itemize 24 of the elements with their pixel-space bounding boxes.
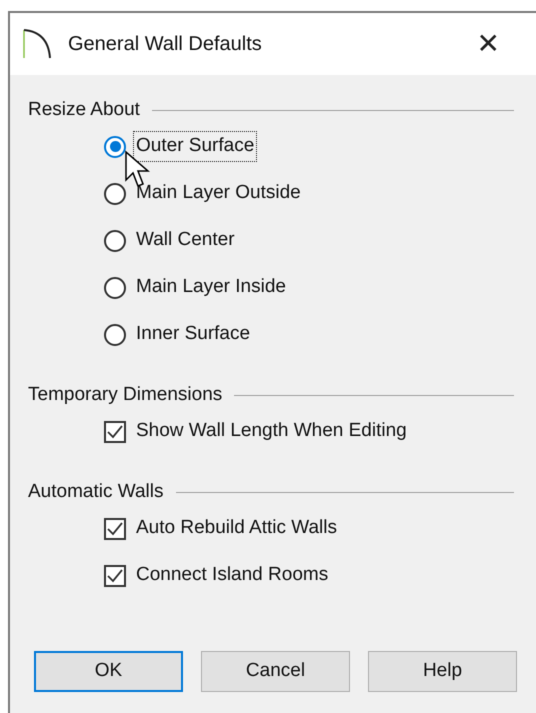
- option-label: Main Layer Outside: [135, 181, 302, 206]
- window-title: General Wall Defaults: [68, 32, 262, 57]
- checkbox[interactable]: [104, 420, 126, 442]
- checkbox[interactable]: [104, 564, 126, 586]
- option-label: Inner Surface: [135, 322, 252, 346]
- radio-button[interactable]: [104, 324, 126, 346]
- radio-button[interactable]: [104, 230, 126, 252]
- radio-button[interactable]: [104, 136, 126, 158]
- group-title: Automatic Walls: [28, 480, 164, 504]
- arch-icon: [22, 28, 52, 60]
- option-label: Auto Rebuild Attic Walls: [135, 516, 338, 540]
- close-button[interactable]: ✕: [468, 24, 508, 64]
- dialog-button[interactable]: Help: [368, 651, 517, 692]
- group-title: Temporary Dimensions: [28, 382, 222, 407]
- group-title: Resize About: [28, 98, 140, 122]
- radio-button[interactable]: [104, 276, 126, 298]
- dialog-button[interactable]: OK: [34, 651, 183, 692]
- option-label: Connect Island Rooms: [135, 563, 330, 588]
- option-label: Show Wall Length When Editing: [135, 419, 408, 444]
- radio-button[interactable]: [104, 182, 126, 204]
- option-label: Main Layer Inside: [135, 275, 287, 300]
- checkbox[interactable]: [104, 518, 126, 540]
- dialog-button[interactable]: Cancel: [201, 651, 350, 692]
- option-label: Wall Center: [135, 228, 236, 252]
